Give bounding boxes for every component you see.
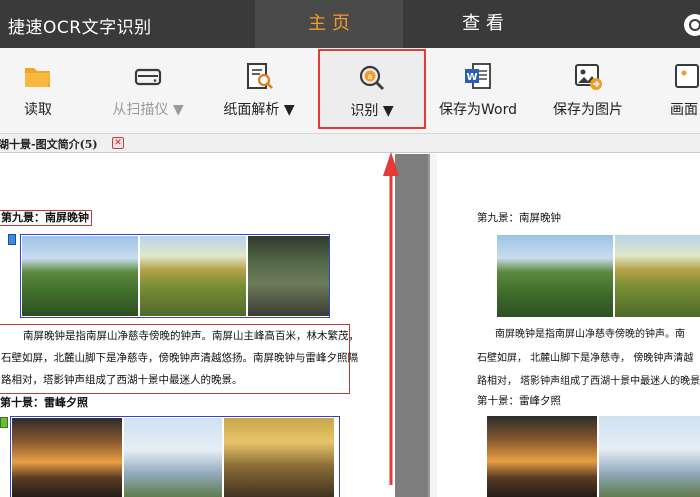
result-photo-temple (497, 235, 613, 317)
document-magnify-icon (247, 63, 273, 89)
image-region-1[interactable] (20, 234, 330, 318)
open-label: 读取 (24, 102, 52, 118)
ocr-recognize-icon: a (359, 65, 384, 90)
photo-bell (248, 236, 329, 316)
region-marker[interactable] (8, 234, 16, 245)
save-image-button[interactable]: 保存为图片 (542, 48, 634, 134)
image-region-2[interactable] (10, 416, 340, 497)
image-save-icon (575, 64, 602, 90)
svg-text:W: W (466, 72, 477, 83)
screen-icon (675, 64, 699, 88)
paragraph-line-1: 南屏晚钟是指南屏山净慈寺傍晚的钟声。南屏山主峰高百米，林木繁茂， (23, 330, 359, 342)
photo-temple (22, 236, 138, 316)
app-title: 捷速OCR文字识别 (8, 18, 152, 38)
parse-button[interactable]: 纸面解析 ▼ (212, 48, 306, 134)
result-photo-sunset (487, 416, 597, 497)
ribbon-toolbar: 读取 从扫描仪 ▼ 纸面解析 ▼ a 识别 ▼ W 保存为Word 保存为图片 … (0, 48, 700, 134)
photo-pagoda (124, 418, 222, 497)
scanner-icon (134, 68, 162, 86)
tab-view[interactable]: 查 看 (403, 0, 563, 48)
help-icon[interactable] (684, 14, 700, 36)
svg-text:a: a (368, 72, 373, 81)
close-tab-icon[interactable]: ✕ (112, 137, 124, 149)
result-photo-hill (615, 235, 700, 317)
heading-10: 第十景：雷峰夕照 (0, 396, 88, 409)
photo-sunset (12, 418, 122, 497)
save-word-button[interactable]: W 保存为Word (428, 48, 528, 134)
recognize-button[interactable]: a 识别 ▼ (318, 49, 426, 129)
word-icon: W (465, 63, 491, 89)
paragraph-line-3: 路相对，塔影钟声组成了西湖十景中最迷人的晚景。 (1, 374, 243, 386)
result-paragraph-line-3: 路相对， 塔影钟声组成了西湖十景中最迷人的晚景 (477, 376, 700, 387)
document-tab-strip: 湖十景-图文简介(5) ✕ (0, 134, 700, 153)
result-photo-pagoda (599, 416, 700, 497)
source-page-pane[interactable]: 第九景：南屏晚钟 南屏晚钟是指南屏山净慈寺傍晚的钟声。南屏山主峰高百米，林木繁茂… (0, 154, 395, 497)
screen-label: 画面 (670, 102, 698, 118)
title-bar: 捷速OCR文字识别 主 页 查 看 (0, 0, 700, 48)
result-paragraph-line-2: 石壁如屏， 北麓山脚下是净慈寺， 傍晚钟声清越 (477, 353, 694, 364)
save-image-label: 保存为图片 (553, 102, 623, 118)
document-tab[interactable]: 湖十景-图文简介(5) (0, 136, 98, 152)
heading-region-9[interactable]: 第九景：南屏晚钟 (0, 210, 92, 226)
result-heading-9: 第九景：南屏晚钟 (477, 212, 561, 224)
recognize-label: 识别 ▼ (350, 103, 394, 119)
photo-hill (140, 236, 246, 316)
save-word-label: 保存为Word (439, 102, 517, 118)
scan-label: 从扫描仪 ▼ (112, 102, 184, 118)
region-marker-2[interactable] (0, 417, 8, 428)
parse-label: 纸面解析 ▼ (223, 102, 295, 118)
text-region-paragraph[interactable]: 南屏晚钟是指南屏山净慈寺傍晚的钟声。南屏山主峰高百米，林木繁茂， 石壁如屏，北麓… (0, 324, 359, 394)
open-button[interactable]: 读取 (0, 48, 76, 134)
result-paragraph-line-1: 南屏晚钟是指南屏山净慈寺傍晚的钟声。南 (495, 329, 685, 340)
pane-divider[interactable] (395, 154, 428, 497)
paragraph-line-2: 石壁如屏，北麓山脚下是净慈寺，傍晚钟声清越悠扬。南屏晚钟与雷峰夕照隔 (1, 352, 358, 364)
tab-home[interactable]: 主 页 (255, 0, 403, 48)
scan-button[interactable]: 从扫描仪 ▼ (88, 48, 208, 134)
folder-icon (25, 68, 50, 87)
result-page[interactable]: 第九景：南屏晚钟 南屏晚钟是指南屏山净慈寺傍晚的钟声。南 石壁如屏， 北麓山脚下… (437, 154, 700, 497)
result-heading-10: 第十景：雷峰夕照 (477, 395, 561, 407)
screen-button[interactable]: 画面 (660, 48, 700, 134)
photo-night-pagoda (224, 418, 334, 497)
